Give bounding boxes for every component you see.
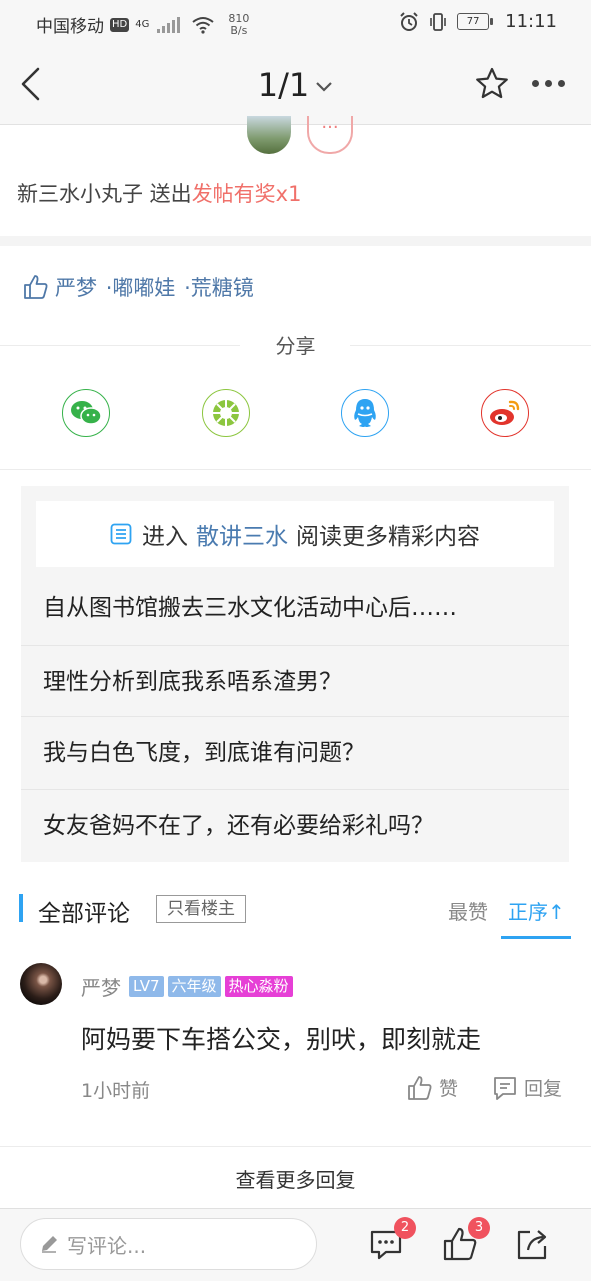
view-more-replies[interactable]: 查看更多回复 [0,1164,591,1193]
comment-like-button[interactable]: 赞 [407,1074,458,1101]
liker-name[interactable]: ·荒糖镜 [184,276,254,300]
reward-action: 送出 [143,182,192,206]
thumbs-up-icon [24,275,48,299]
comment-reply-button[interactable]: 回复 [492,1074,562,1101]
share-icon [517,1230,547,1260]
level-badge: LV7 [129,976,164,997]
like-label: 赞 [439,1078,459,1100]
battery-icon: 77 [457,13,494,30]
bottom-bar: 写评论... 2 3 [0,1208,591,1281]
section-divider [0,1146,591,1147]
like-button[interactable]: 3 [442,1217,490,1262]
forum-entry-button[interactable]: 进入 散讲三水 阅读更多精彩内容 [36,501,554,567]
reward-message: 新三水小丸子 送出发帖有奖x1 [17,178,301,208]
wechat-icon[interactable] [62,389,110,437]
pencil-icon [42,1236,57,1253]
reward-item: 发帖有奖x1 [191,182,302,206]
owner-only-button[interactable]: 只看楼主 [156,895,246,923]
related-post-item[interactable]: 理性分析到底我系唔系渣男？ [21,645,569,718]
share-title: 分享 [275,334,316,358]
comment-user-row: 严梦 LV7 六年级 热心淼粉 [81,972,293,1001]
comments-title: 全部评论 [38,901,130,927]
sort-order-tab[interactable]: 正序↑ [508,896,565,925]
forum-entry-suffix: 阅读更多精彩内容 [296,524,480,550]
forum-entry-prefix: 进入 [142,524,188,550]
alarm-icon [400,11,418,31]
reply-icon [494,1076,516,1100]
carrier-label: 中国移动 [36,17,104,37]
like-count-badge: 3 [468,1217,490,1239]
likes-row: 严梦 ·嘟嘟娃 ·荒糖镜 [23,272,256,302]
network-type: 4G [135,19,150,30]
related-post-item[interactable]: 女友爸妈不在了，还有必要给彩礼吗？ [21,789,569,862]
wifi-icon [192,16,214,34]
weibo-icon[interactable] [481,389,529,437]
comment-placeholder: 写评论... [67,1233,147,1258]
liker-name[interactable]: 严梦 [55,276,97,300]
list-icon [110,523,132,545]
reward-avatar[interactable] [247,116,291,154]
network-speed: 810 B/s [228,11,250,37]
comment-username[interactable]: 严梦 [81,972,121,1001]
share-button[interactable] [514,1226,550,1262]
grade-badge: 六年级 [167,976,221,997]
vibrate-icon [430,12,446,31]
sort-best-tab[interactable]: 最赞 [448,896,488,925]
signal-icon [157,16,181,33]
related-post-item[interactable]: 自从图书馆搬去三水文化活动中心后…… [21,572,569,645]
comment-text: 阿妈要下车搭公交，别吠，即刻就走 [81,1025,482,1054]
clock: 11:11 [505,11,557,32]
comments-button[interactable]: 2 [368,1217,416,1262]
reply-label: 回复 [524,1078,563,1100]
comment-count-badge: 2 [394,1217,416,1239]
moments-icon[interactable] [202,389,250,437]
related-posts: 进入 散讲三水 阅读更多精彩内容 自从图书馆搬去三水文化活动中心后…… 理性分析… [21,486,569,862]
comment-time: 1小时前 [81,1080,151,1102]
qq-icon[interactable] [341,389,389,437]
comments-accent-bar [19,894,23,922]
hd-icon: HD [110,17,130,32]
nav-bar: 1/1 [0,44,591,125]
status-bar: 中国移动 HD 4G 810 B/s 77 11:11 [0,0,591,44]
comment-input[interactable]: 写评论... [20,1218,317,1270]
more-options-icon[interactable] [532,80,565,87]
thumbs-up-icon [408,1075,432,1100]
avatar[interactable] [20,963,62,1005]
page-indicator: 1/1 [257,66,310,104]
fan-badge: 热心淼粉 [224,976,293,997]
chevron-down-icon [316,82,333,92]
reward-user[interactable]: 新三水小丸子 [17,182,143,206]
section-divider [0,469,591,470]
related-post-item[interactable]: 我与白色飞度，到底谁有问题？ [21,716,569,789]
favorite-star-icon[interactable] [474,66,510,102]
reward-more-button[interactable]: ··· [307,116,353,154]
forum-name: 散讲三水 [196,524,288,550]
active-tab-indicator [501,936,571,939]
liker-name[interactable]: ·嘟嘟娃 [106,276,176,300]
section-divider [0,236,591,246]
